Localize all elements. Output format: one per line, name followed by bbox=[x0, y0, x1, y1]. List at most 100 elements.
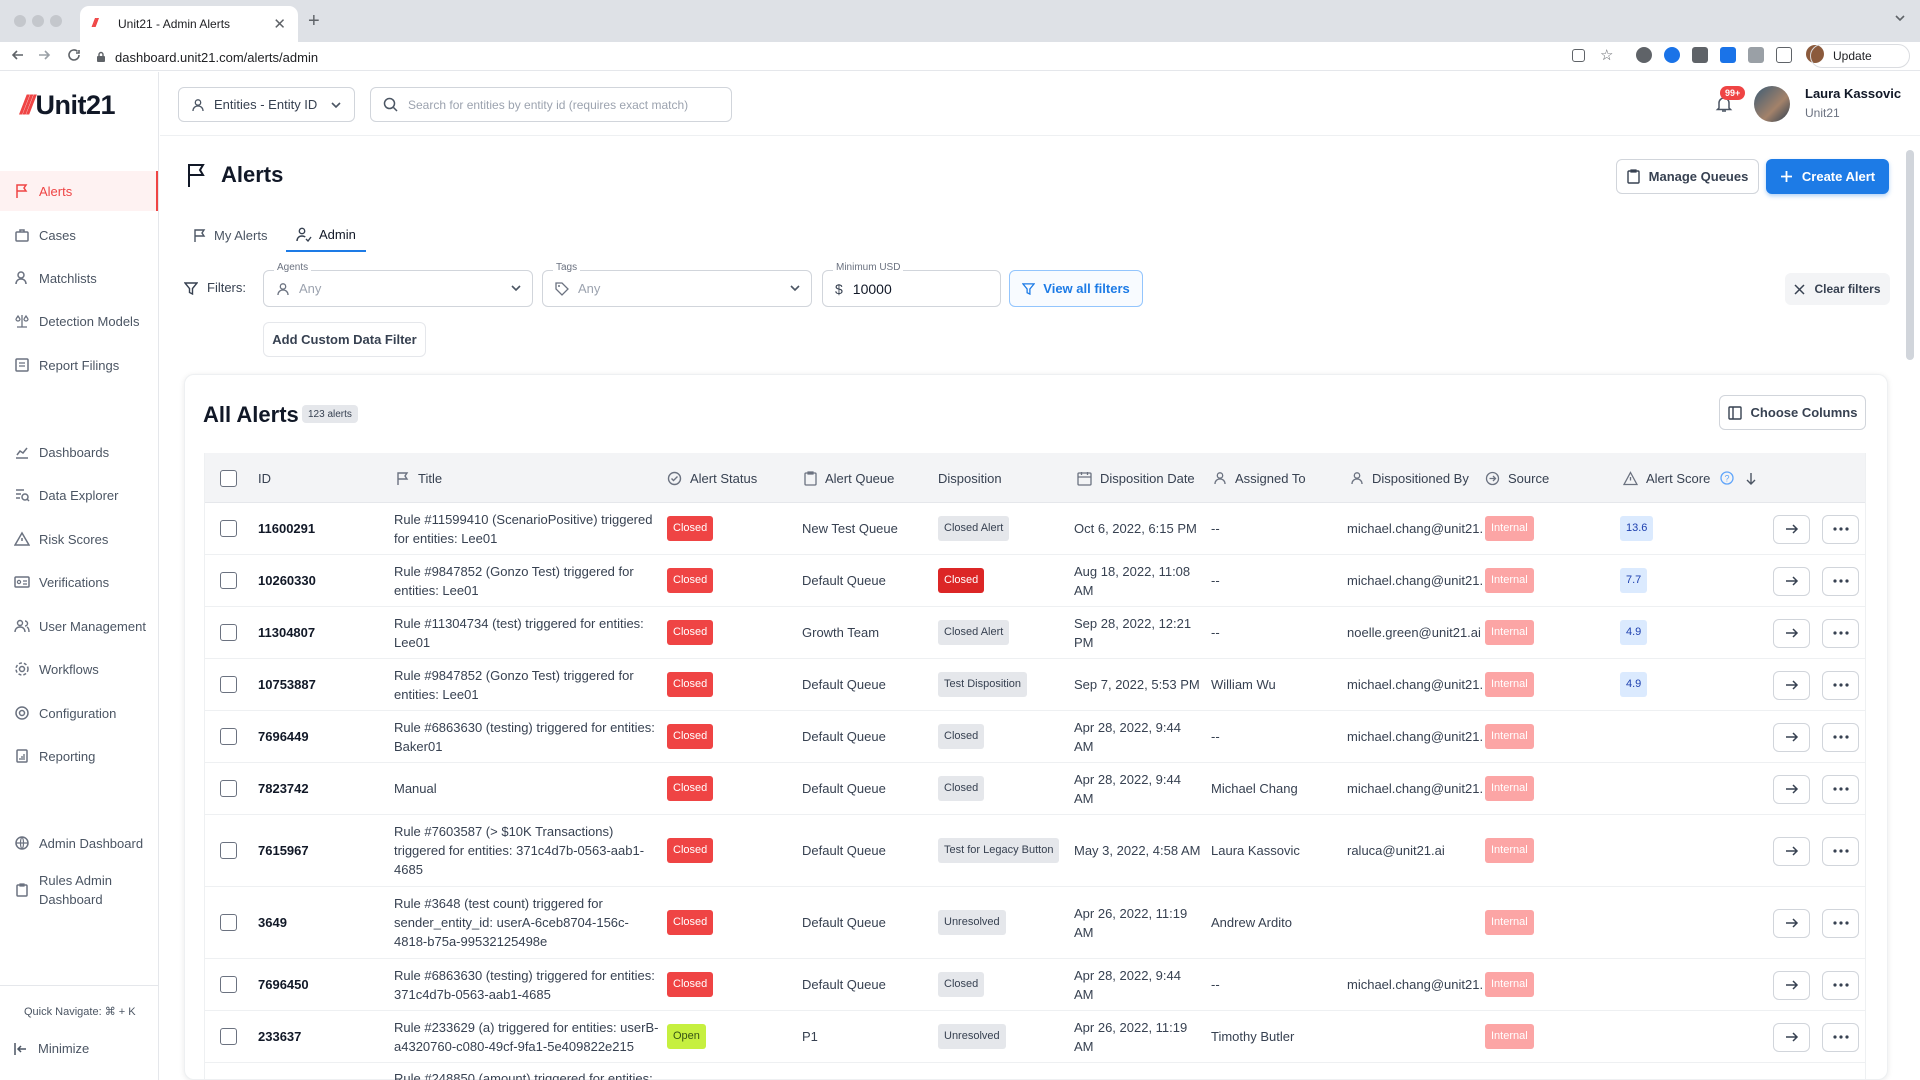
column-header-title[interactable]: Title bbox=[396, 453, 442, 503]
choose-columns-button[interactable]: Choose Columns bbox=[1719, 395, 1866, 430]
table-row[interactable]: 7696449 Rule #6863630 (testing) triggered… bbox=[205, 711, 1865, 763]
more-actions-button[interactable] bbox=[1822, 908, 1859, 938]
more-actions-button[interactable] bbox=[1822, 970, 1859, 1000]
sidebar-item-user-management[interactable]: User Management bbox=[0, 606, 158, 646]
address-bar[interactable]: dashboard.unit21.com/alerts/admin bbox=[96, 46, 318, 68]
table-row[interactable]: 3649 Rule #3648 (test count) triggered fo… bbox=[205, 887, 1865, 959]
more-actions-button[interactable] bbox=[1822, 618, 1859, 648]
table-row[interactable]: 7823742 Manual Closed Default Queue Closed Ap… bbox=[205, 763, 1865, 815]
clear-filters-button[interactable]: Clear filters bbox=[1785, 273, 1890, 305]
download-icon[interactable] bbox=[1720, 47, 1736, 63]
update-button[interactable]: Update bbox=[1810, 44, 1910, 68]
manage-queues-button[interactable]: Manage Queues bbox=[1616, 159, 1759, 194]
checkbox-box[interactable] bbox=[220, 1028, 237, 1045]
row-checkbox[interactable] bbox=[220, 1011, 237, 1062]
sidebar-item-dashboards[interactable]: Dashboards bbox=[0, 432, 158, 472]
column-header-assigned-to[interactable]: Assigned To bbox=[1213, 453, 1306, 503]
column-header-disposition-date[interactable]: Disposition Date bbox=[1077, 453, 1195, 503]
window-minimize-button[interactable] bbox=[32, 15, 44, 27]
agents-filter-select[interactable]: Agents Any bbox=[263, 262, 533, 307]
sidebar-item-cases[interactable]: Cases bbox=[0, 215, 158, 255]
table-row[interactable]: 11304807 Rule #11304734 (test) triggered … bbox=[205, 607, 1865, 659]
page-scrollbar[interactable] bbox=[1906, 150, 1914, 360]
more-actions-button[interactable] bbox=[1822, 566, 1859, 596]
create-alert-button[interactable]: Create Alert bbox=[1766, 159, 1889, 194]
add-custom-data-filter-button[interactable]: Add Custom Data Filter bbox=[263, 322, 426, 357]
alert-title[interactable]: Rule #6863630 (testing) triggered for en… bbox=[394, 959, 659, 1010]
tab-search-icon[interactable] bbox=[1894, 12, 1906, 24]
checkbox-box[interactable] bbox=[220, 572, 237, 589]
back-arrow-icon[interactable] bbox=[10, 47, 26, 63]
checkbox-box[interactable] bbox=[220, 914, 237, 931]
extension-3-icon[interactable] bbox=[1692, 47, 1708, 63]
new-tab-button[interactable]: + bbox=[308, 10, 320, 33]
more-actions-button[interactable] bbox=[1822, 722, 1859, 752]
table-row[interactable]: 10260330 Rule #9847852 (Gonzo Test) trigg… bbox=[205, 555, 1865, 607]
table-row[interactable]: 10753887 Rule #9847852 (Gonzo Test) trigg… bbox=[205, 659, 1865, 711]
checkbox-box[interactable] bbox=[220, 842, 237, 859]
open-alert-button[interactable] bbox=[1773, 618, 1810, 648]
row-checkbox[interactable] bbox=[220, 555, 237, 606]
column-header-id[interactable]: ID bbox=[258, 453, 271, 503]
sort-arrow-down-icon[interactable] bbox=[1746, 472, 1756, 485]
column-header-dispositioned-by[interactable]: Dispositioned By bbox=[1350, 453, 1469, 503]
unit21-logo[interactable]: /// Unit21 bbox=[20, 90, 116, 121]
table-row[interactable]: 233637 Rule #233629 (a) triggered for ent… bbox=[205, 1011, 1865, 1063]
puzzle-icon[interactable] bbox=[1748, 47, 1764, 63]
open-alert-button[interactable] bbox=[1773, 774, 1810, 804]
avatar[interactable] bbox=[1754, 86, 1790, 122]
more-actions-button[interactable] bbox=[1822, 670, 1859, 700]
row-checkbox[interactable] bbox=[220, 815, 237, 886]
sidebar-item-data-explorer[interactable]: Data Explorer bbox=[0, 475, 158, 515]
alert-title[interactable]: Rule #233629 (a) triggered for entities:… bbox=[394, 1011, 659, 1062]
row-checkbox[interactable] bbox=[220, 887, 237, 958]
tags-filter-select[interactable]: Tags Any bbox=[542, 262, 812, 307]
sidebar-item-verifications[interactable]: Verifications bbox=[0, 562, 158, 602]
window-zoom-button[interactable] bbox=[50, 15, 62, 27]
alert-title[interactable]: Rule #9847852 (Gonzo Test) triggered for… bbox=[394, 659, 659, 710]
sidebar-item-report-filings[interactable]: Report Filings bbox=[0, 345, 158, 385]
open-alert-button[interactable] bbox=[1773, 970, 1810, 1000]
open-alert-button[interactable] bbox=[1773, 566, 1810, 596]
column-header-alert-score[interactable]: Alert Score ? bbox=[1623, 453, 1756, 503]
more-actions-button[interactable] bbox=[1822, 836, 1859, 866]
more-actions-button[interactable] bbox=[1822, 1022, 1859, 1052]
sidebar-item-rules-admin-dashboard[interactable]: Rules Admin Dashboard bbox=[0, 868, 158, 912]
open-alert-button[interactable] bbox=[1773, 836, 1810, 866]
tab-my-alerts[interactable]: My Alerts bbox=[193, 218, 267, 252]
alert-title[interactable]: Manual bbox=[394, 763, 659, 814]
table-row[interactable]: Rule #248850 (amount) triggered for enti… bbox=[205, 1063, 1865, 1080]
column-header-alert-status[interactable]: Alert Status bbox=[667, 453, 757, 503]
view-all-filters-button[interactable]: View all filters bbox=[1009, 270, 1143, 307]
open-alert-button[interactable] bbox=[1773, 1022, 1810, 1052]
row-checkbox[interactable] bbox=[220, 959, 237, 1010]
more-actions-button[interactable] bbox=[1822, 514, 1859, 544]
more-actions-button[interactable] bbox=[1822, 774, 1859, 804]
close-tab-icon[interactable]: ✕ bbox=[273, 15, 286, 33]
column-header-disposition[interactable]: Disposition bbox=[938, 453, 1002, 503]
bookmark-star-icon[interactable]: ☆ bbox=[1600, 46, 1616, 64]
alert-title[interactable]: Rule #7603587 (> $10K Transactions) trigg… bbox=[394, 815, 659, 886]
column-header-alert-queue[interactable]: Alert Queue bbox=[804, 453, 894, 503]
minimum-usd-input[interactable]: Minimum USD $ 10000 bbox=[822, 262, 1001, 307]
alert-title[interactable]: Rule #11599410 (ScenarioPositive) trigge… bbox=[394, 503, 659, 554]
share-icon[interactable] bbox=[1572, 49, 1585, 62]
column-header-source[interactable]: Source bbox=[1485, 453, 1549, 503]
sidebar-item-alerts[interactable]: Alerts bbox=[0, 171, 158, 211]
table-row[interactable]: 11600291 Rule #11599410 (ScenarioPositive… bbox=[205, 503, 1865, 555]
open-alert-button[interactable] bbox=[1773, 514, 1810, 544]
checkbox-box[interactable] bbox=[220, 520, 237, 537]
row-checkbox[interactable] bbox=[220, 607, 237, 658]
sidebar-item-risk-scores[interactable]: Risk Scores bbox=[0, 519, 158, 559]
alert-title[interactable]: Rule #248850 (amount) triggered for enti… bbox=[394, 1063, 659, 1080]
alert-title[interactable]: Rule #6863630 (testing) triggered for en… bbox=[394, 711, 659, 762]
minimize-sidebar-button[interactable]: Minimize bbox=[14, 1041, 89, 1056]
sidebar-item-matchlists[interactable]: Matchlists bbox=[0, 258, 158, 298]
sidebar-item-workflows[interactable]: Workflows bbox=[0, 649, 158, 689]
help-icon[interactable]: ? bbox=[1720, 471, 1734, 485]
entity-search-input[interactable]: Search for entities by entity id (requir… bbox=[370, 87, 732, 122]
checkbox-box[interactable] bbox=[220, 676, 237, 693]
row-checkbox[interactable] bbox=[220, 711, 237, 762]
checkbox-box[interactable] bbox=[220, 780, 237, 797]
sidepanel-icon[interactable] bbox=[1776, 47, 1792, 63]
